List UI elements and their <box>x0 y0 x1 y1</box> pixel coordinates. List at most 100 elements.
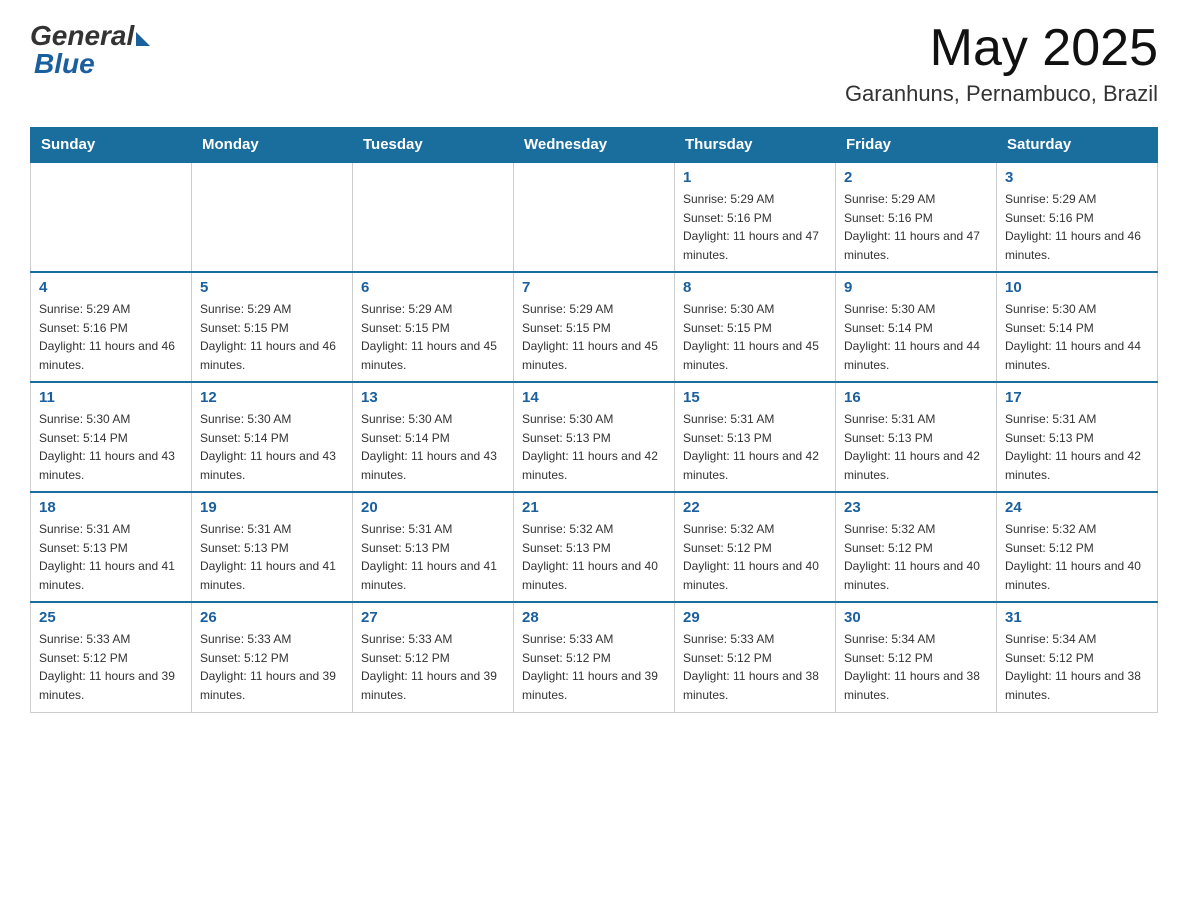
day-number: 19 <box>200 499 344 516</box>
calendar-cell: 27 Sunrise: 5:33 AMSunset: 5:12 PMDayligh… <box>353 602 514 712</box>
calendar-header-tuesday: Tuesday <box>353 128 514 163</box>
day-info: Sunrise: 5:31 AMSunset: 5:13 PMDaylight:… <box>844 410 988 484</box>
day-number: 13 <box>361 389 505 406</box>
calendar-cell: 6 Sunrise: 5:29 AMSunset: 5:15 PMDaylight… <box>353 272 514 382</box>
calendar-cell: 28 Sunrise: 5:33 AMSunset: 5:12 PMDayligh… <box>514 602 675 712</box>
day-number: 15 <box>683 389 827 406</box>
calendar-table: SundayMondayTuesdayWednesdayThursdayFrid… <box>30 127 1158 713</box>
day-info: Sunrise: 5:32 AMSunset: 5:12 PMDaylight:… <box>683 520 827 594</box>
day-number: 5 <box>200 279 344 296</box>
day-number: 21 <box>522 499 666 516</box>
day-number: 8 <box>683 279 827 296</box>
week-row-5: 25 Sunrise: 5:33 AMSunset: 5:12 PMDayligh… <box>31 602 1158 712</box>
calendar-cell: 21 Sunrise: 5:32 AMSunset: 5:13 PMDayligh… <box>514 492 675 602</box>
week-row-3: 11 Sunrise: 5:30 AMSunset: 5:14 PMDayligh… <box>31 382 1158 492</box>
day-info: Sunrise: 5:33 AMSunset: 5:12 PMDaylight:… <box>683 630 827 704</box>
calendar-cell: 13 Sunrise: 5:30 AMSunset: 5:14 PMDayligh… <box>353 382 514 492</box>
week-row-2: 4 Sunrise: 5:29 AMSunset: 5:16 PMDaylight… <box>31 272 1158 382</box>
day-number: 11 <box>39 389 183 406</box>
calendar-cell: 26 Sunrise: 5:33 AMSunset: 5:12 PMDayligh… <box>192 602 353 712</box>
day-info: Sunrise: 5:30 AMSunset: 5:15 PMDaylight:… <box>683 300 827 374</box>
logo-arrow-icon <box>136 32 150 46</box>
calendar-cell: 22 Sunrise: 5:32 AMSunset: 5:12 PMDayligh… <box>675 492 836 602</box>
day-number: 9 <box>844 279 988 296</box>
calendar-cell <box>353 162 514 272</box>
title-block: May 2025 Garanhuns, Pernambuco, Brazil <box>845 20 1158 107</box>
calendar-cell: 12Sunrise: 5:30 AMSunset: 5:14 PMDayligh… <box>192 382 353 492</box>
day-info: Sunrise: 5:31 AMSunset: 5:13 PMDaylight:… <box>39 520 183 594</box>
week-row-4: 18 Sunrise: 5:31 AMSunset: 5:13 PMDayligh… <box>31 492 1158 602</box>
day-number: 22 <box>683 499 827 516</box>
day-number: 28 <box>522 609 666 626</box>
calendar-cell <box>192 162 353 272</box>
calendar-cell: 5 Sunrise: 5:29 AMSunset: 5:15 PMDaylight… <box>192 272 353 382</box>
calendar-cell: 20 Sunrise: 5:31 AMSunset: 5:13 PMDayligh… <box>353 492 514 602</box>
calendar-header-monday: Monday <box>192 128 353 163</box>
day-info: Sunrise: 5:30 AMSunset: 5:13 PMDaylight:… <box>522 410 666 484</box>
calendar-cell: 17 Sunrise: 5:31 AMSunset: 5:13 PMDayligh… <box>997 382 1158 492</box>
day-info: Sunrise: 5:33 AMSunset: 5:12 PMDaylight:… <box>39 630 183 704</box>
day-info: Sunrise: 5:29 AMSunset: 5:15 PMDaylight:… <box>522 300 666 374</box>
day-info: Sunrise: 5:33 AMSunset: 5:12 PMDaylight:… <box>361 630 505 704</box>
day-info: Sunrise: 5:33 AMSunset: 5:12 PMDaylight:… <box>200 630 344 704</box>
day-info: Sunrise: 5:29 AMSunset: 5:16 PMDaylight:… <box>1005 190 1149 264</box>
calendar-cell: 9Sunrise: 5:30 AMSunset: 5:14 PMDaylight… <box>836 272 997 382</box>
day-number: 29 <box>683 609 827 626</box>
page-header: General Blue May 2025 Garanhuns, Pernamb… <box>30 20 1158 107</box>
day-info: Sunrise: 5:31 AMSunset: 5:13 PMDaylight:… <box>361 520 505 594</box>
day-number: 20 <box>361 499 505 516</box>
calendar-cell: 3Sunrise: 5:29 AMSunset: 5:16 PMDaylight… <box>997 162 1158 272</box>
day-info: Sunrise: 5:29 AMSunset: 5:15 PMDaylight:… <box>361 300 505 374</box>
day-info: Sunrise: 5:31 AMSunset: 5:13 PMDaylight:… <box>1005 410 1149 484</box>
day-number: 12 <box>200 389 344 406</box>
day-number: 24 <box>1005 499 1149 516</box>
day-number: 30 <box>844 609 988 626</box>
month-year-title: May 2025 <box>845 20 1158 77</box>
calendar-cell: 29 Sunrise: 5:33 AMSunset: 5:12 PMDayligh… <box>675 602 836 712</box>
day-number: 2 <box>844 169 988 186</box>
calendar-cell: 1Sunrise: 5:29 AMSunset: 5:16 PMDaylight… <box>675 162 836 272</box>
calendar-cell <box>31 162 192 272</box>
day-info: Sunrise: 5:33 AMSunset: 5:12 PMDaylight:… <box>522 630 666 704</box>
location-subtitle: Garanhuns, Pernambuco, Brazil <box>845 81 1158 107</box>
calendar-cell: 31Sunrise: 5:34 AMSunset: 5:12 PMDayligh… <box>997 602 1158 712</box>
logo: General Blue <box>30 20 150 80</box>
day-number: 6 <box>361 279 505 296</box>
day-info: Sunrise: 5:31 AMSunset: 5:13 PMDaylight:… <box>683 410 827 484</box>
calendar-cell: 7Sunrise: 5:29 AMSunset: 5:15 PMDaylight… <box>514 272 675 382</box>
day-number: 1 <box>683 169 827 186</box>
day-number: 31 <box>1005 609 1149 626</box>
calendar-header-friday: Friday <box>836 128 997 163</box>
calendar-cell: 16Sunrise: 5:31 AMSunset: 5:13 PMDayligh… <box>836 382 997 492</box>
day-number: 26 <box>200 609 344 626</box>
day-number: 10 <box>1005 279 1149 296</box>
day-info: Sunrise: 5:29 AMSunset: 5:16 PMDaylight:… <box>39 300 183 374</box>
logo-blue-text: Blue <box>30 48 95 80</box>
calendar-cell: 14 Sunrise: 5:30 AMSunset: 5:13 PMDayligh… <box>514 382 675 492</box>
calendar-cell: 23Sunrise: 5:32 AMSunset: 5:12 PMDayligh… <box>836 492 997 602</box>
calendar-cell: 19Sunrise: 5:31 AMSunset: 5:13 PMDayligh… <box>192 492 353 602</box>
day-number: 18 <box>39 499 183 516</box>
calendar-cell: 11Sunrise: 5:30 AMSunset: 5:14 PMDayligh… <box>31 382 192 492</box>
day-info: Sunrise: 5:30 AMSunset: 5:14 PMDaylight:… <box>1005 300 1149 374</box>
calendar-cell: 24 Sunrise: 5:32 AMSunset: 5:12 PMDayligh… <box>997 492 1158 602</box>
day-info: Sunrise: 5:32 AMSunset: 5:13 PMDaylight:… <box>522 520 666 594</box>
calendar-cell <box>514 162 675 272</box>
day-number: 14 <box>522 389 666 406</box>
day-number: 4 <box>39 279 183 296</box>
day-info: Sunrise: 5:30 AMSunset: 5:14 PMDaylight:… <box>361 410 505 484</box>
day-number: 27 <box>361 609 505 626</box>
day-info: Sunrise: 5:32 AMSunset: 5:12 PMDaylight:… <box>1005 520 1149 594</box>
day-info: Sunrise: 5:29 AMSunset: 5:15 PMDaylight:… <box>200 300 344 374</box>
calendar-header-sunday: Sunday <box>31 128 192 163</box>
day-info: Sunrise: 5:29 AMSunset: 5:16 PMDaylight:… <box>844 190 988 264</box>
day-number: 25 <box>39 609 183 626</box>
calendar-cell: 18 Sunrise: 5:31 AMSunset: 5:13 PMDayligh… <box>31 492 192 602</box>
day-number: 17 <box>1005 389 1149 406</box>
week-row-1: 1 Sunrise: 5:29 AMSunset: 5:16 PMDaylight… <box>31 162 1158 272</box>
calendar-header-row: SundayMondayTuesdayWednesdayThursdayFrid… <box>31 128 1158 163</box>
calendar-header-wednesday: Wednesday <box>514 128 675 163</box>
calendar-cell: 4 Sunrise: 5:29 AMSunset: 5:16 PMDaylight… <box>31 272 192 382</box>
day-info: Sunrise: 5:34 AMSunset: 5:12 PMDaylight:… <box>844 630 988 704</box>
calendar-header-saturday: Saturday <box>997 128 1158 163</box>
